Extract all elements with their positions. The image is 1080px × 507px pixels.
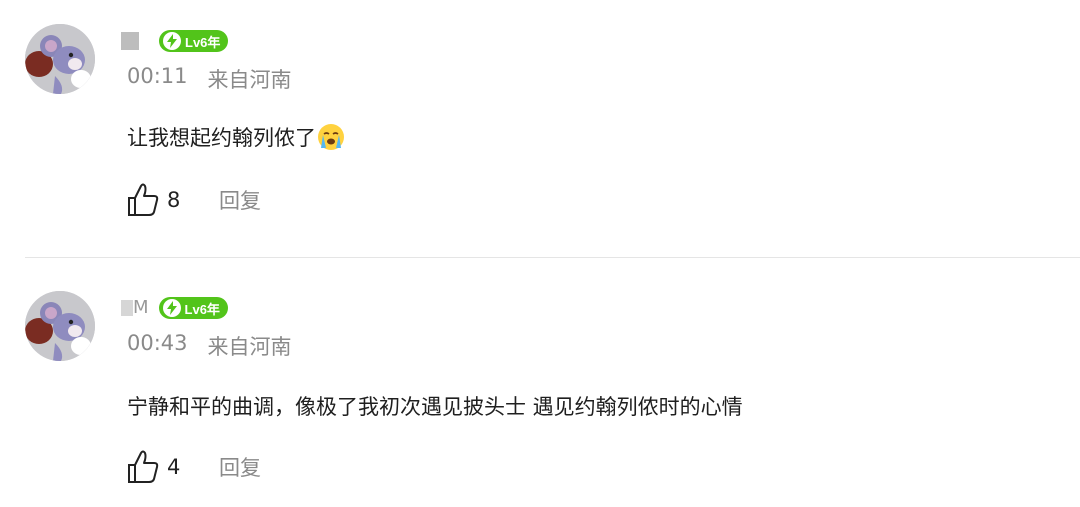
avatar[interactable] [25, 291, 95, 361]
lightning-icon [163, 32, 181, 50]
username-redacted[interactable] [121, 300, 133, 316]
level-badge: Lv6年 [158, 297, 228, 319]
comment-meta: 00:43 来自河南 [127, 331, 292, 361]
username-redacted[interactable] [121, 32, 139, 50]
comment-text: 让我想起约翰列侬了 [127, 126, 316, 150]
lightning-icon [162, 299, 181, 317]
reply-button[interactable]: 回复 [219, 452, 261, 482]
crying-face-icon [318, 124, 344, 150]
comment-actions: 4 回复 [127, 450, 261, 484]
level-badge-label: Lv6年 [185, 34, 221, 50]
like-button[interactable]: 4 [127, 450, 207, 484]
comment-meta: 00:11 来自河南 [127, 64, 292, 94]
avatar-mouse-icon [25, 291, 95, 361]
comment-time: 00:43 [127, 331, 188, 355]
level-badge-label: Lv6年 [184, 301, 220, 317]
comment-actions: 8 回复 [127, 183, 261, 217]
avatar-mouse-icon [25, 24, 95, 94]
like-count: 8 [167, 188, 181, 212]
user-info-row: M Lv6年 [121, 296, 228, 320]
like-button[interactable]: 8 [127, 183, 207, 217]
reply-button[interactable]: 回复 [219, 185, 261, 215]
comment-text-row: 宁静和平的曲调，像极了我初次遇见披头士 遇见约翰列侬时的心情 [127, 391, 743, 421]
avatar[interactable] [25, 24, 95, 94]
divider [25, 257, 1080, 258]
like-icon[interactable] [127, 450, 159, 484]
comment-location: 来自河南 [207, 68, 292, 92]
username[interactable]: M [133, 299, 149, 317]
user-info-row: Lv6年 [121, 29, 229, 53]
like-icon[interactable] [127, 183, 159, 217]
comment-text-row: 让我想起约翰列侬了 [127, 122, 344, 152]
level-badge: Lv6年 [159, 30, 229, 52]
comment-text: 宁静和平的曲调，像极了我初次遇见披头士 遇见约翰列侬时的心情 [127, 395, 743, 419]
comment-location: 来自河南 [207, 335, 292, 359]
like-count: 4 [167, 455, 181, 479]
comment-time: 00:11 [127, 64, 188, 88]
